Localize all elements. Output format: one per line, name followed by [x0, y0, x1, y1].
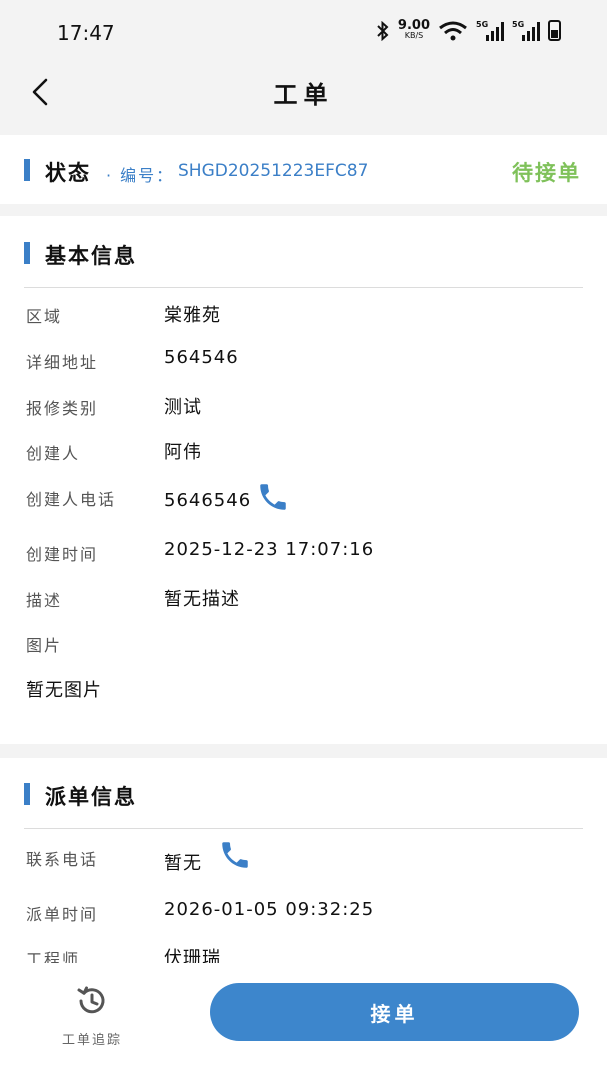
label-address: 详细地址: [26, 353, 99, 372]
network-speed: 9.00 KB/S: [397, 18, 430, 40]
wifi-icon: [439, 21, 467, 40]
signal-icon-2: 5G: [512, 20, 540, 41]
status-badge: 待接单: [512, 161, 581, 185]
basic-info-card: [0, 216, 607, 744]
status-bar: 17:47 9.00 KB/S 5G 5G: [0, 0, 607, 66]
page-title: 工单: [273, 81, 334, 109]
value-description: 暂无描述: [164, 589, 240, 610]
label-contact-phone: 联系电话: [26, 850, 99, 869]
status-title: 状态: [45, 161, 91, 185]
divider: [24, 287, 583, 288]
order-number: SHGD20251223EFC87: [178, 161, 369, 181]
value-contact-phone: 暂无: [164, 853, 202, 874]
signal-icon: 5G: [476, 20, 504, 41]
nav-bar: 工单: [0, 66, 607, 134]
value-area: 棠雅苑: [164, 305, 221, 326]
bluetooth-icon: [377, 20, 389, 41]
section-marker: [24, 159, 30, 181]
order-tracking-button[interactable]: 工单追踪: [50, 979, 134, 1048]
battery-icon: [548, 20, 561, 41]
order-tracking-label: 工单追踪: [61, 1033, 122, 1048]
bottom-action-bar: 工单追踪 接单: [0, 963, 607, 1080]
phone-icon[interactable]: [218, 838, 252, 872]
section-marker: [24, 242, 30, 264]
value-dispatch-time: 2026-01-05 09:32:25: [164, 899, 375, 920]
accept-order-button[interactable]: 接单: [210, 983, 579, 1041]
section-marker: [24, 783, 30, 805]
label-creator: 创建人: [26, 444, 81, 463]
divider: [24, 828, 583, 829]
label-creator-phone: 创建人电话: [26, 490, 117, 509]
basic-info-title: 基本信息: [45, 244, 137, 268]
label-images: 图片: [26, 636, 63, 655]
label-description: 描述: [26, 591, 63, 610]
value-creator-phone: 5646546: [164, 490, 252, 511]
history-icon: [77, 986, 105, 1014]
value-created-time: 2025-12-23 17:07:16: [164, 539, 375, 560]
clock: 17:47: [57, 21, 115, 45]
value-category: 测试: [164, 397, 202, 418]
label-dispatch-time: 派单时间: [26, 905, 99, 924]
order-number-label: · 编号：: [106, 166, 175, 185]
value-creator: 阿伟: [164, 442, 202, 463]
no-image-text: 暂无图片: [26, 680, 102, 701]
dispatch-info-title: 派单信息: [45, 785, 137, 809]
label-area: 区域: [26, 307, 63, 326]
value-address: 564546: [164, 347, 239, 368]
phone-icon[interactable]: [256, 480, 290, 514]
label-category: 报修类别: [26, 399, 99, 418]
status-icons: 9.00 KB/S 5G 5G: [376, 18, 561, 41]
label-created-time: 创建时间: [26, 545, 99, 564]
